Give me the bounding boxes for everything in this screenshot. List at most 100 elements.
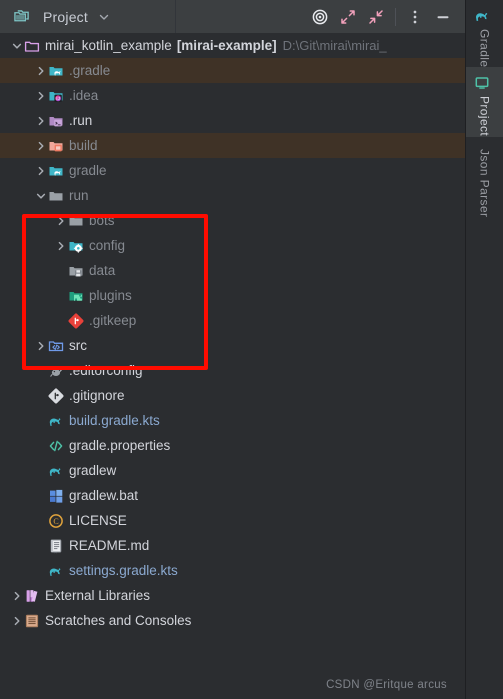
sidebar-tab-project[interactable]: Project: [466, 67, 503, 137]
tree-row-run[interactable]: run: [0, 183, 465, 208]
gradle-script-icon: [48, 413, 64, 429]
tree-row-data[interactable]: data: [0, 258, 465, 283]
watermark-text: CSDN @Eritque arcus: [326, 679, 447, 691]
tree-row-label: LICENSE: [69, 513, 127, 528]
source-folder-icon: [48, 338, 64, 354]
sidebar-tab-json-parser[interactable]: Json Parser: [466, 137, 503, 217]
root-project-path: D:\Git\mirai\mirai_: [282, 38, 387, 53]
svg-text:C: C: [53, 517, 58, 526]
root-project-name: mirai_kotlin_example: [45, 38, 172, 53]
tree-row-run[interactable]: .run: [0, 108, 465, 133]
tree-row-label: .gitignore: [69, 388, 125, 403]
project-folder-icon: [14, 9, 30, 25]
tree-node-list: .gradle IJ .idea .run build gradle run bots conf…: [0, 58, 465, 633]
tree-row-bots[interactable]: bots: [0, 208, 465, 233]
sidebar-tab-json-parser-label: Json Parser: [477, 148, 492, 218]
data-folder-icon: [68, 263, 84, 279]
project-tool-window: Project mirai_kotlin_example [mirai-exam…: [0, 0, 503, 699]
chevron-right-icon[interactable]: [34, 139, 48, 153]
tree-row-settings-gradle-kts[interactable]: settings.gradle.kts: [0, 558, 465, 583]
tree-row-gradle[interactable]: gradle: [0, 158, 465, 183]
tree-row-plugins[interactable]: plugins: [0, 283, 465, 308]
plain-folder-icon: [48, 188, 64, 204]
tree-row-label: .gitkeep: [89, 313, 137, 328]
project-panel: Project mirai_kotlin_example [mirai-exam…: [0, 0, 465, 699]
tree-row-scratches-and-consoles[interactable]: Scratches and Consoles: [0, 608, 465, 633]
module-folder-icon: [24, 38, 40, 54]
minimize-icon[interactable]: [429, 3, 457, 31]
tree-row-gradle-properties[interactable]: gradle.properties: [0, 433, 465, 458]
chevron-right-icon[interactable]: [34, 89, 48, 103]
tree-row-readme-md[interactable]: README.md: [0, 533, 465, 558]
svg-text:IJ: IJ: [56, 96, 60, 101]
tree-row-label: .idea: [69, 88, 99, 103]
tree-row-editorconfig[interactable]: .editorconfig: [0, 358, 465, 383]
tree-row-label: Scratches and Consoles: [45, 613, 192, 628]
expand-all-button[interactable]: [334, 3, 362, 31]
chevron-right-icon[interactable]: [10, 614, 24, 628]
chevron-right-icon[interactable]: [10, 589, 24, 603]
tree-row-gradlew-bat[interactable]: gradlew.bat: [0, 483, 465, 508]
build-folder-icon: [48, 138, 64, 154]
tool-window-title-group[interactable]: Project: [0, 9, 175, 25]
plugins-folder-icon: [68, 288, 84, 304]
windows-bat-icon: [48, 488, 64, 504]
libraries-icon: [24, 588, 40, 604]
git-file-icon: [68, 313, 84, 329]
tree-row-label: gradlew: [69, 463, 117, 478]
tree-row-idea[interactable]: IJ .idea: [0, 83, 465, 108]
tree-row-label: README.md: [69, 538, 150, 553]
gradle-script-icon: [48, 463, 64, 479]
scratches-icon: [24, 613, 40, 629]
tree-row-label: bots: [89, 213, 115, 228]
chevron-down-icon[interactable]: [34, 189, 48, 203]
chevron-right-icon[interactable]: [34, 339, 48, 353]
sidebar-tab-gradle[interactable]: Gradle: [466, 0, 503, 67]
root-module-name: [mirai-example]: [176, 38, 277, 53]
tree-row-gradle[interactable]: .gradle: [0, 58, 465, 83]
chevron-right-icon[interactable]: [34, 114, 48, 128]
options-menu-button[interactable]: [401, 3, 429, 31]
header-actions: [306, 3, 465, 31]
project-tree[interactable]: mirai_kotlin_example [mirai-example] D:\…: [0, 33, 465, 699]
tree-row-gitkeep[interactable]: .gitkeep: [0, 308, 465, 333]
tree-row-external-libraries[interactable]: External Libraries: [0, 583, 465, 608]
tree-row-gitignore[interactable]: .gitignore: [0, 383, 465, 408]
tool-window-header: Project: [0, 0, 465, 34]
git-ignore-icon: [48, 388, 64, 404]
select-opened-file-button[interactable]: [306, 3, 334, 31]
gradle-script-icon: [48, 563, 64, 579]
tree-row-label: data: [89, 263, 116, 278]
tree-row-root[interactable]: mirai_kotlin_example [mirai-example] D:\…: [0, 33, 465, 58]
chevron-down-icon[interactable]: [96, 9, 112, 25]
tree-row-label: gradlew.bat: [69, 488, 139, 503]
config-folder-icon: [68, 238, 84, 254]
right-tool-window-bar: Gradle Project Json Parser: [465, 0, 503, 699]
tree-row-build[interactable]: build: [0, 133, 465, 158]
tree-row-label: gradle.properties: [69, 438, 171, 453]
tree-row-license[interactable]: C LICENSE: [0, 508, 465, 533]
header-divider: [175, 0, 176, 33]
tree-row-src[interactable]: src: [0, 333, 465, 358]
tree-row-label: build.gradle.kts: [69, 413, 160, 428]
chevron-down-icon[interactable]: [10, 39, 24, 53]
properties-icon: [48, 438, 64, 454]
plain-folder-icon: [68, 213, 84, 229]
chevron-right-icon[interactable]: [34, 64, 48, 78]
tree-row-config[interactable]: config: [0, 233, 465, 258]
sidebar-tab-gradle-label: Gradle: [477, 29, 492, 68]
tree-row-label: plugins: [89, 288, 132, 303]
chevron-right-icon[interactable]: [54, 239, 68, 253]
tree-row-label: External Libraries: [45, 588, 151, 603]
collapse-all-button[interactable]: [362, 3, 390, 31]
chevron-right-icon[interactable]: [34, 164, 48, 178]
chevron-right-icon[interactable]: [54, 214, 68, 228]
tree-row-build-gradle-kts[interactable]: build.gradle.kts: [0, 408, 465, 433]
tree-row-label: .gradle: [69, 63, 111, 78]
tree-row-gradlew[interactable]: gradlew: [0, 458, 465, 483]
project-monitor-icon: [474, 75, 490, 91]
tree-row-label: .run: [69, 113, 93, 128]
tree-row-label: config: [89, 238, 126, 253]
tree-row-label: gradle: [69, 163, 107, 178]
license-icon: C: [48, 513, 64, 529]
